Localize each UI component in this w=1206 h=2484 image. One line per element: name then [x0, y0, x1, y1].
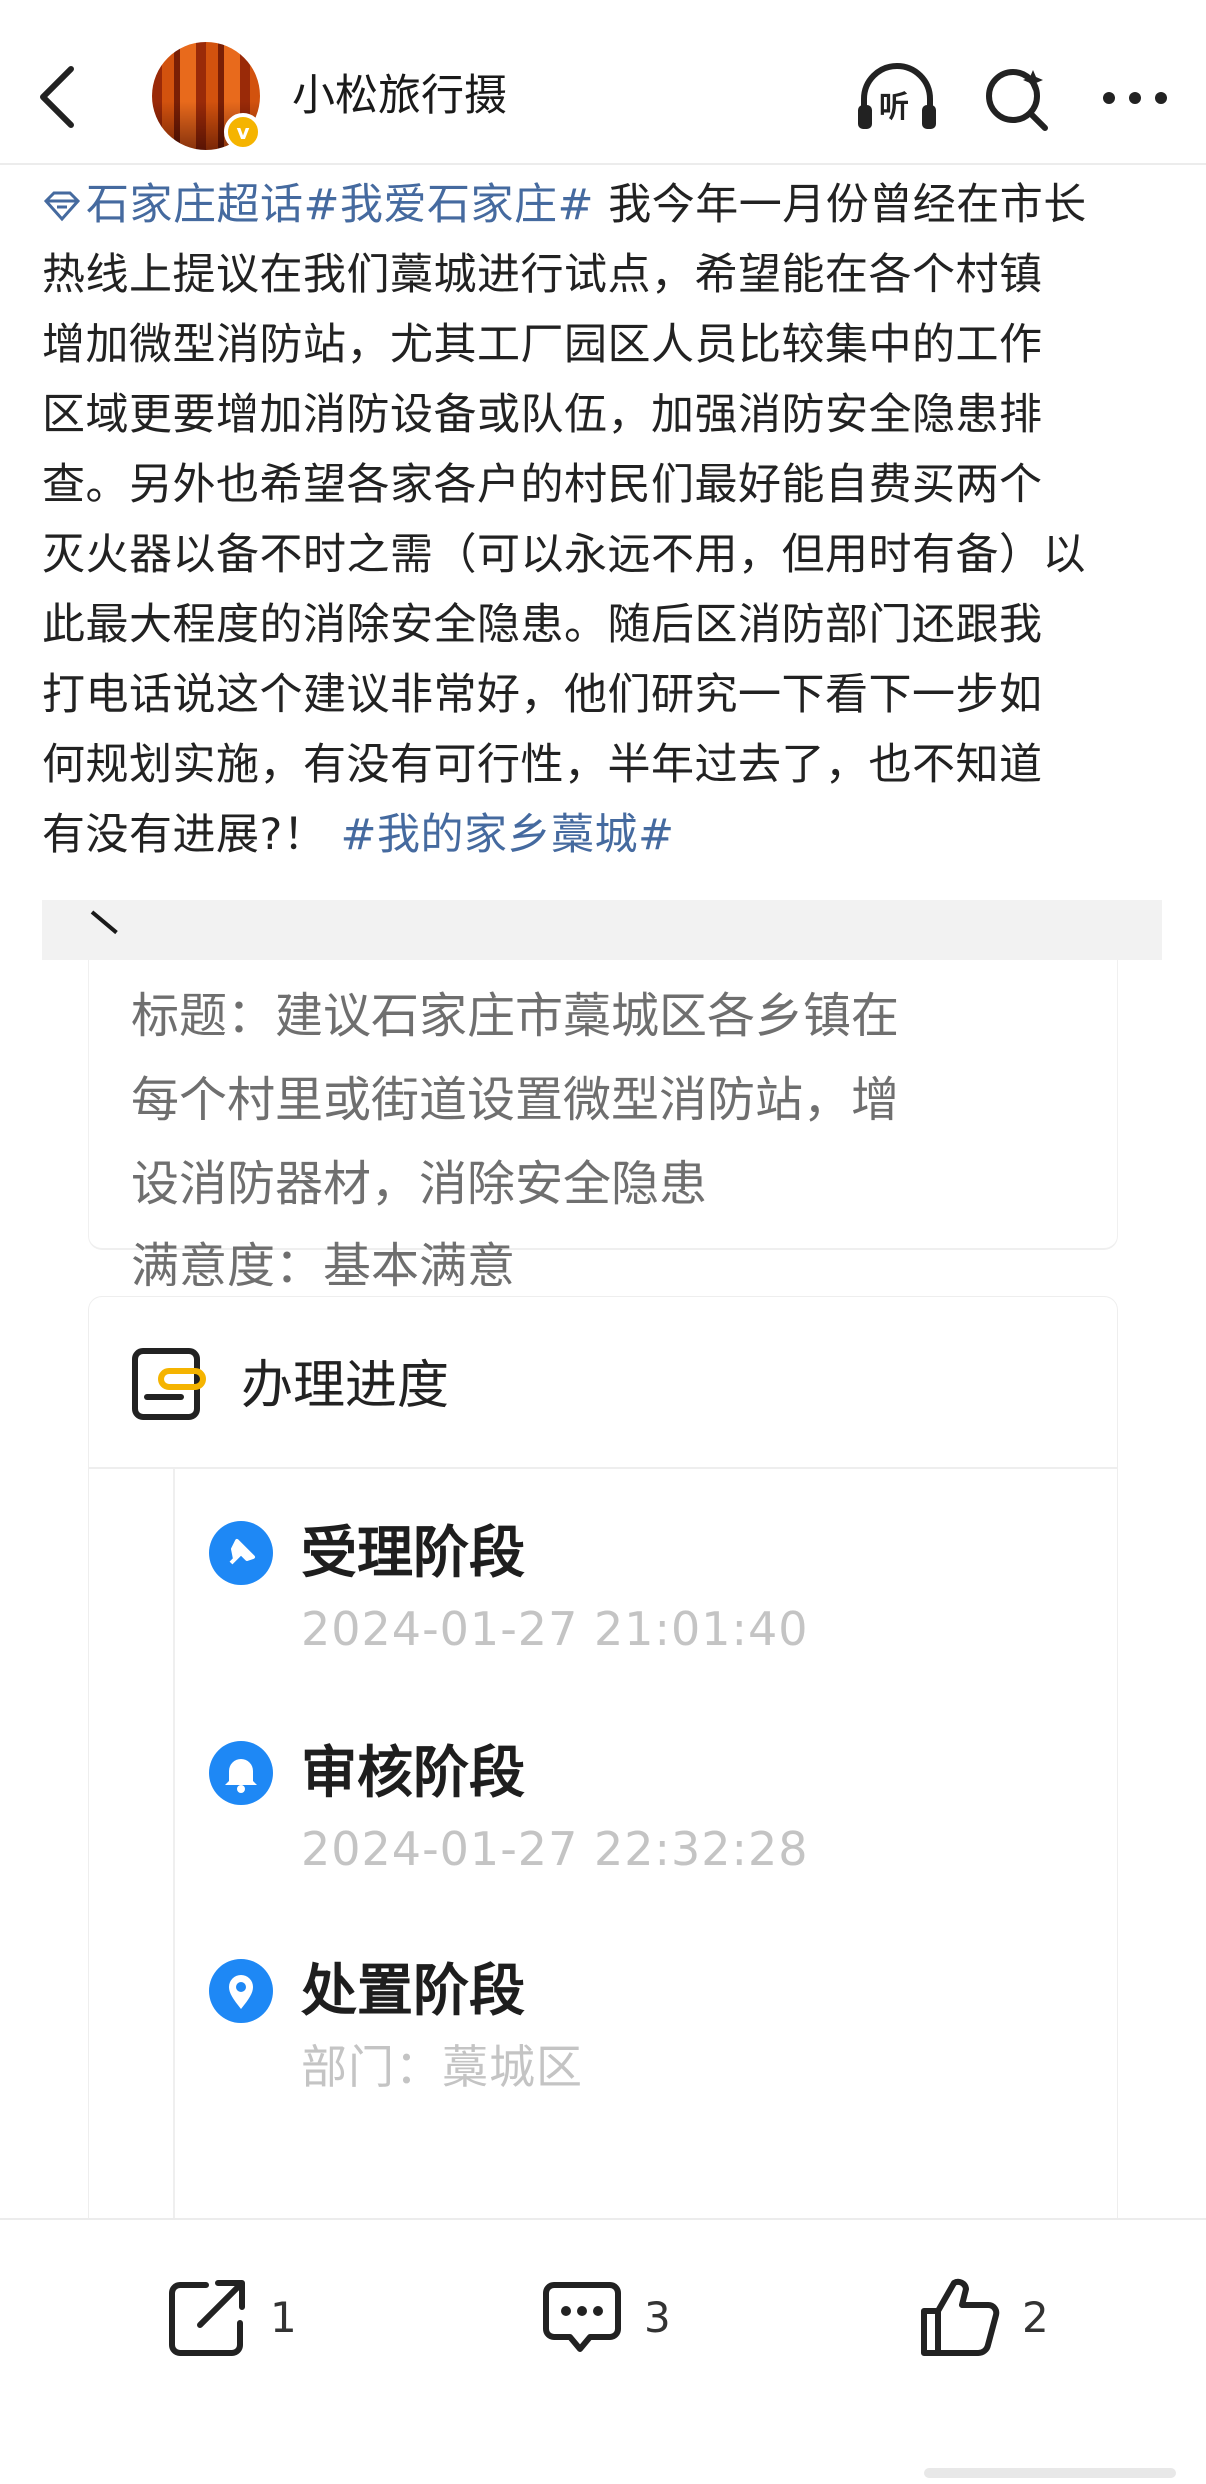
post-line-1: 石家庄超话#我爱石家庄# 我今年一月份曾经在市长: [42, 170, 1172, 240]
back-arrow-icon: [40, 66, 74, 128]
stage-time: 2024-01-27 21:01:40: [301, 1602, 809, 1656]
diamond-icon: [43, 191, 81, 222]
thumbs-up-icon: [921, 2278, 1000, 2356]
progress-card-header: 办理进度: [89, 1297, 1117, 1469]
super-topic-link[interactable]: 石家庄超话: [42, 180, 304, 230]
more-button[interactable]: [1090, 62, 1180, 134]
post-image[interactable]: 标题：建议石家庄市藁城区各乡镇在 每个村里或街道设置微型消防站，增 设消防器材，…: [42, 900, 1162, 2220]
share-button[interactable]: 1: [166, 2262, 297, 2372]
post-line: 区域更要增加消防设备或队伍，加强消防安全隐患排: [42, 390, 1043, 440]
back-button[interactable]: [22, 52, 92, 142]
image-top-strip: [42, 900, 1162, 960]
super-topic-text: 石家庄超话: [86, 180, 304, 230]
suggestion-title-line: 每个村里或街道设置微型消防站，增: [131, 1072, 900, 1128]
image-artifact: [90, 910, 118, 935]
progress-list-icon: [132, 1348, 206, 1420]
post-line: 热线上提议在我们藁城进行试点，希望能在各个村镇: [42, 250, 1043, 300]
post-line: 何规划实施，有没有可行性，半年过去了，也不知道: [42, 740, 1043, 790]
top-nav-bar: v 小松旅行摄 听: [0, 0, 1206, 165]
suggestion-title-line: 标题：建议石家庄市藁城区各乡镇在: [131, 988, 900, 1044]
comment-button[interactable]: 3: [540, 2262, 671, 2372]
post-text-segment: 我今年一月份曾经在市长: [594, 180, 1087, 230]
post-line: 灭火器以备不时之需（可以永远不用，但用时有备）以: [42, 530, 1086, 580]
stage-time: 2024-01-27 22:32:28: [301, 1822, 809, 1876]
post-line: 打电话说这个建议非常好，他们研究一下看下一步如: [42, 670, 1043, 720]
suggestion-card: 标题：建议石家庄市藁城区各乡镇在 每个村里或街道设置微型消防站，增 设消防器材，…: [88, 960, 1118, 1294]
bell-icon: [209, 1741, 273, 1805]
search-button[interactable]: [972, 62, 1062, 134]
home-indicator[interactable]: [924, 2468, 1176, 2478]
progress-title: 办理进度: [241, 1356, 450, 1416]
more-icon: [1103, 92, 1167, 104]
satisfaction-text: 满意度：基本满意: [131, 1238, 516, 1294]
stage-name: 审核阶段: [301, 1741, 525, 1806]
bottom-action-bar: 1 3 2: [0, 2218, 1206, 2484]
username[interactable]: 小松旅行摄: [292, 68, 507, 124]
progress-card: 办理进度 受理阶段 2024-01-27 21:01:40 审核阶段 2024-…: [88, 1296, 1118, 2220]
comment-count: 3: [644, 2292, 671, 2342]
search-icon: [986, 69, 1048, 131]
post-line: 增加微型消防站，尤其工厂园区人员比较集中的工作: [42, 320, 1043, 370]
hashtag-love-sjz[interactable]: #我爱石家庄#: [304, 180, 595, 230]
stage-name: 受理阶段: [301, 1521, 525, 1586]
share-icon: [169, 2280, 245, 2356]
pin-icon: [209, 1521, 273, 1585]
suggestion-title-line: 设消防器材，消除安全隐患: [131, 1156, 708, 1212]
like-count: 2: [1022, 2292, 1049, 2342]
comment-icon: [543, 2282, 621, 2352]
stage-name: 处置阶段: [301, 1959, 525, 2024]
post-body: 石家庄超话#我爱石家庄# 我今年一月份曾经在市长 热线上提议在我们藁城进行试点，…: [42, 170, 1172, 870]
post-line-last: 有没有进展?！ #我的家乡藁城#: [42, 800, 1172, 870]
post-text-segment: 有没有进展?！: [42, 810, 341, 860]
timeline-line: [173, 1469, 175, 2220]
hashtag-hometown[interactable]: #我的家乡藁城#: [341, 810, 675, 860]
listen-button[interactable]: 听: [852, 62, 942, 134]
location-icon: [209, 1959, 273, 2023]
post-line: 此最大程度的消除安全隐患。随后区消防部门还跟我: [42, 600, 1043, 650]
listen-label: 听: [879, 90, 909, 125]
verified-badge: v: [224, 113, 262, 151]
weibo-post-detail: v 小松旅行摄 听 石家庄超话#我爱石家庄# 我今年一月份曾经在市长 热线上提议…: [0, 0, 1206, 2484]
stage-detail: 部门：藁城区: [301, 2040, 583, 2094]
share-count: 1: [270, 2292, 297, 2342]
verified-mark: v: [236, 120, 250, 144]
post-line: 查。另外也希望各家各户的村民们最好能自费买两个: [42, 460, 1043, 510]
like-button[interactable]: 2: [918, 2262, 1049, 2372]
